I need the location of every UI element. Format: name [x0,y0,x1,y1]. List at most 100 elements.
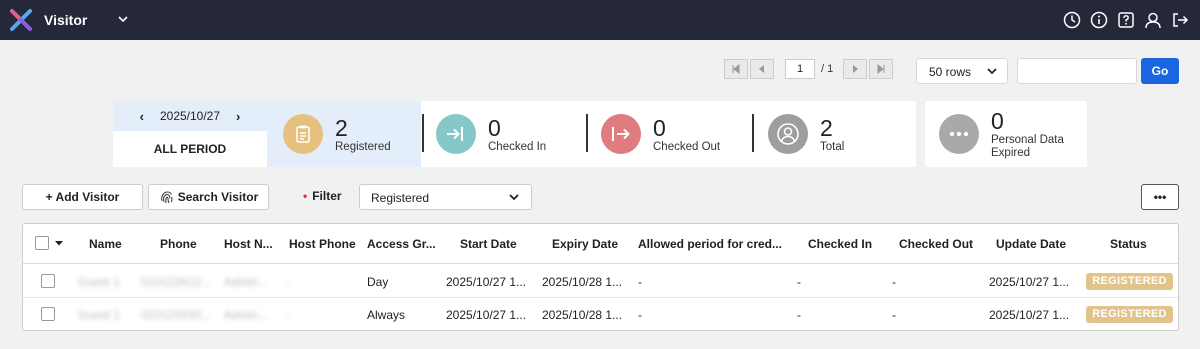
stat-value: 2 [820,114,833,141]
select-all [35,236,64,250]
status-badge: REGISTERED [1086,273,1173,290]
clipboard-icon [283,114,323,154]
stat-personal-data-expired[interactable]: 0 Personal Data Expired [925,101,1087,167]
add-visitor-button[interactable]: + Add Visitor [22,184,143,210]
divider [422,114,424,152]
stat-checked-out[interactable]: 0 Checked Out [601,101,720,167]
next-page-button[interactable] [843,59,868,79]
rows-per-page-select[interactable]: 50 rows [916,58,1008,84]
column-header-access-group[interactable]: Access Gr... [367,237,437,251]
page-total: / 1 [821,63,834,75]
cell-checked-in: - [797,308,801,322]
pagination: 1 / 1 [724,59,895,79]
page-number-input[interactable]: 1 [785,59,815,79]
stat-label: Checked In [488,140,547,153]
row-checkbox[interactable] [41,274,55,288]
stat-label: Checked Out [653,140,721,153]
first-page-button[interactable] [724,59,748,79]
select-all-checkbox[interactable] [35,236,49,250]
check-in-icon [436,114,476,154]
person-icon [768,114,808,154]
stat-registered[interactable]: 2 Registered [267,101,421,167]
column-header-expiry-date[interactable]: Expiry Date [552,237,618,251]
caret-down-icon[interactable] [54,239,64,247]
stat-label: Registered [335,140,391,153]
cell-start-date: 2025/10/27 1... [446,275,527,289]
visitor-table: Name Phone Host N... Host Phone Access G… [22,223,1179,331]
cell-host-name: Admin... [224,275,269,289]
date-selector: ‹ 2025/10/27 › ALL PERIOD [113,101,267,167]
more-options-button[interactable]: ••• [1141,184,1179,210]
stat-value: 0 [488,114,501,141]
cell-checked-in: - [797,275,801,289]
fingerprint-icon [160,191,173,204]
divider [752,114,754,152]
cell-phone: 010123430... [141,308,212,322]
clock-icon[interactable] [1062,10,1082,30]
stat-label: Total [820,140,845,153]
top-bar: Visitor [0,0,1200,40]
stat-value: 0 [991,108,1004,134]
rows-per-page-value: 50 rows [929,65,972,79]
cell-update-date: 2025/10/27 1... [989,308,1070,322]
app-title[interactable]: Visitor [44,12,87,28]
next-date-button[interactable]: › [236,109,240,124]
cell-access-group: Day [367,275,389,289]
stat-value: 0 [653,114,666,141]
filter-select[interactable]: Registered [359,184,532,210]
cell-name: Guest 1 [78,275,121,289]
stat-total[interactable]: 2 Total [768,101,844,167]
stat-checked-in[interactable]: 0 Checked In [436,101,546,167]
column-header-update-date[interactable]: Update Date [996,237,1066,251]
summary-panel: ‹ 2025/10/27 › ALL PERIOD 2 Registered 0… [113,101,916,167]
divider [586,114,588,152]
prev-date-button[interactable]: ‹ [140,109,144,124]
table-row[interactable]: Guest 2 010123430... Admin... - Always 2… [23,298,1178,331]
cell-access-group: Always [367,308,406,322]
user-icon[interactable] [1143,10,1163,30]
cell-allowed-period: - [638,275,642,289]
filter-label-text: Filter [312,189,342,203]
last-page-button[interactable] [869,59,894,79]
filter-label: • Filter [303,189,342,203]
column-header-start-date[interactable]: Start Date [460,237,517,251]
app-logo-icon [10,9,32,31]
cell-expiry-date: 2025/10/28 1... [542,308,623,322]
status-badge: REGISTERED [1086,306,1173,323]
selected-date: 2025/10/27 [159,109,221,123]
chevron-down-icon [987,68,997,75]
cell-host-name: Admin... [224,308,269,322]
info-icon[interactable] [1089,10,1109,30]
cell-start-date: 2025/10/27 1... [446,308,527,322]
column-header-name[interactable]: Name [89,237,122,251]
search-visitor-button[interactable]: Search Visitor [148,184,269,210]
cell-phone: 010123412... [141,275,212,289]
cell-allowed-period: - [638,308,642,322]
column-header-allowed-period[interactable]: Allowed period for cred... [638,237,790,251]
row-checkbox[interactable] [41,307,55,321]
column-header-status[interactable]: Status [1110,237,1147,251]
stat-expired-inner: 0 Personal Data Expired [939,101,1079,167]
table-row[interactable]: Guest 1 010123412... Admin... - Day 2025… [23,265,1178,298]
column-header-phone[interactable]: Phone [160,237,197,251]
column-header-host-name[interactable]: Host N... [224,237,279,251]
prev-page-button[interactable] [750,59,774,79]
chevron-down-icon[interactable] [117,12,129,26]
chevron-down-icon [509,194,519,201]
check-out-icon [601,114,641,154]
cell-checked-out: - [892,308,896,322]
logout-icon[interactable] [1170,10,1190,30]
search-input[interactable] [1017,58,1137,84]
column-header-host-phone[interactable]: Host Phone [289,237,356,251]
go-button[interactable]: Go [1141,58,1179,84]
cell-name: Guest 2 [78,308,121,322]
column-header-checked-out[interactable]: Checked Out [899,237,973,251]
filter-value: Registered [371,191,430,205]
help-icon[interactable] [1116,10,1136,30]
column-header-checked-in[interactable]: Checked In [808,237,872,251]
stat-label: Personal Data Expired [991,134,1064,159]
cell-update-date: 2025/10/27 1... [989,275,1070,289]
all-period-button[interactable]: ALL PERIOD [113,131,267,167]
cell-host-phone: - [286,275,290,289]
cell-expiry-date: 2025/10/28 1... [542,275,623,289]
